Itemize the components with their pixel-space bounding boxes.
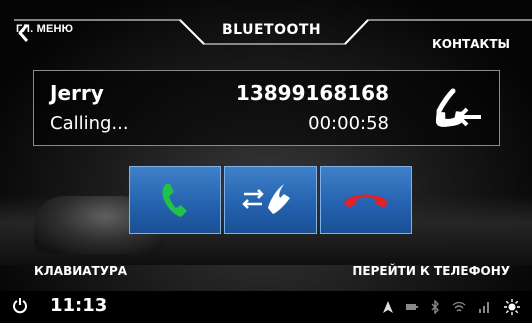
power-icon[interactable] <box>12 297 28 315</box>
wifi-icon <box>452 301 466 312</box>
battery-icon <box>406 304 418 310</box>
bluetooth-call-screen: ГЛ. МЕНЮ BLUETOOTH КОНТАКТЫ Jerry Callin… <box>0 0 532 323</box>
back-to-main-menu-button[interactable]: ГЛ. МЕНЮ <box>16 23 73 42</box>
phone-green-icon <box>162 184 188 217</box>
keypad-button[interactable]: КЛАВИАТУРА <box>34 264 127 278</box>
status-bar: 11:13 <box>0 291 532 323</box>
caller-name: Jerry <box>50 81 104 105</box>
contacts-tab[interactable]: КОНТАКТЫ <box>432 37 510 51</box>
answer-button[interactable] <box>129 166 222 234</box>
chevron-left-icon <box>18 24 29 42</box>
bluetooth-icon <box>431 300 439 314</box>
hang-up-button[interactable] <box>319 166 412 234</box>
phone-number: 13899168168 <box>235 81 389 105</box>
outgoing-call-icon <box>435 88 481 127</box>
signal-icon <box>479 302 489 313</box>
call-info-panel: Jerry Calling... 13899168168 00:00:58 <box>33 70 500 146</box>
navigation-icon <box>383 301 393 313</box>
brightness-icon[interactable] <box>504 299 520 315</box>
status-icons <box>382 299 520 315</box>
call-action-buttons <box>129 166 412 234</box>
go-to-phone-button[interactable]: ПЕРЕЙТИ К ТЕЛЕФОНУ <box>352 264 510 278</box>
call-status: Calling... <box>50 113 129 134</box>
transfer-to-phone-icon <box>242 184 291 214</box>
transfer-to-phone-button[interactable] <box>224 166 317 234</box>
top-bar: ГЛ. МЕНЮ BLUETOOTH КОНТАКТЫ <box>0 0 532 62</box>
page-title: BLUETOOTH <box>222 22 322 38</box>
call-timer: 00:00:58 <box>308 113 389 134</box>
phone-red-icon <box>343 194 388 208</box>
clock: 11:13 <box>50 295 108 316</box>
